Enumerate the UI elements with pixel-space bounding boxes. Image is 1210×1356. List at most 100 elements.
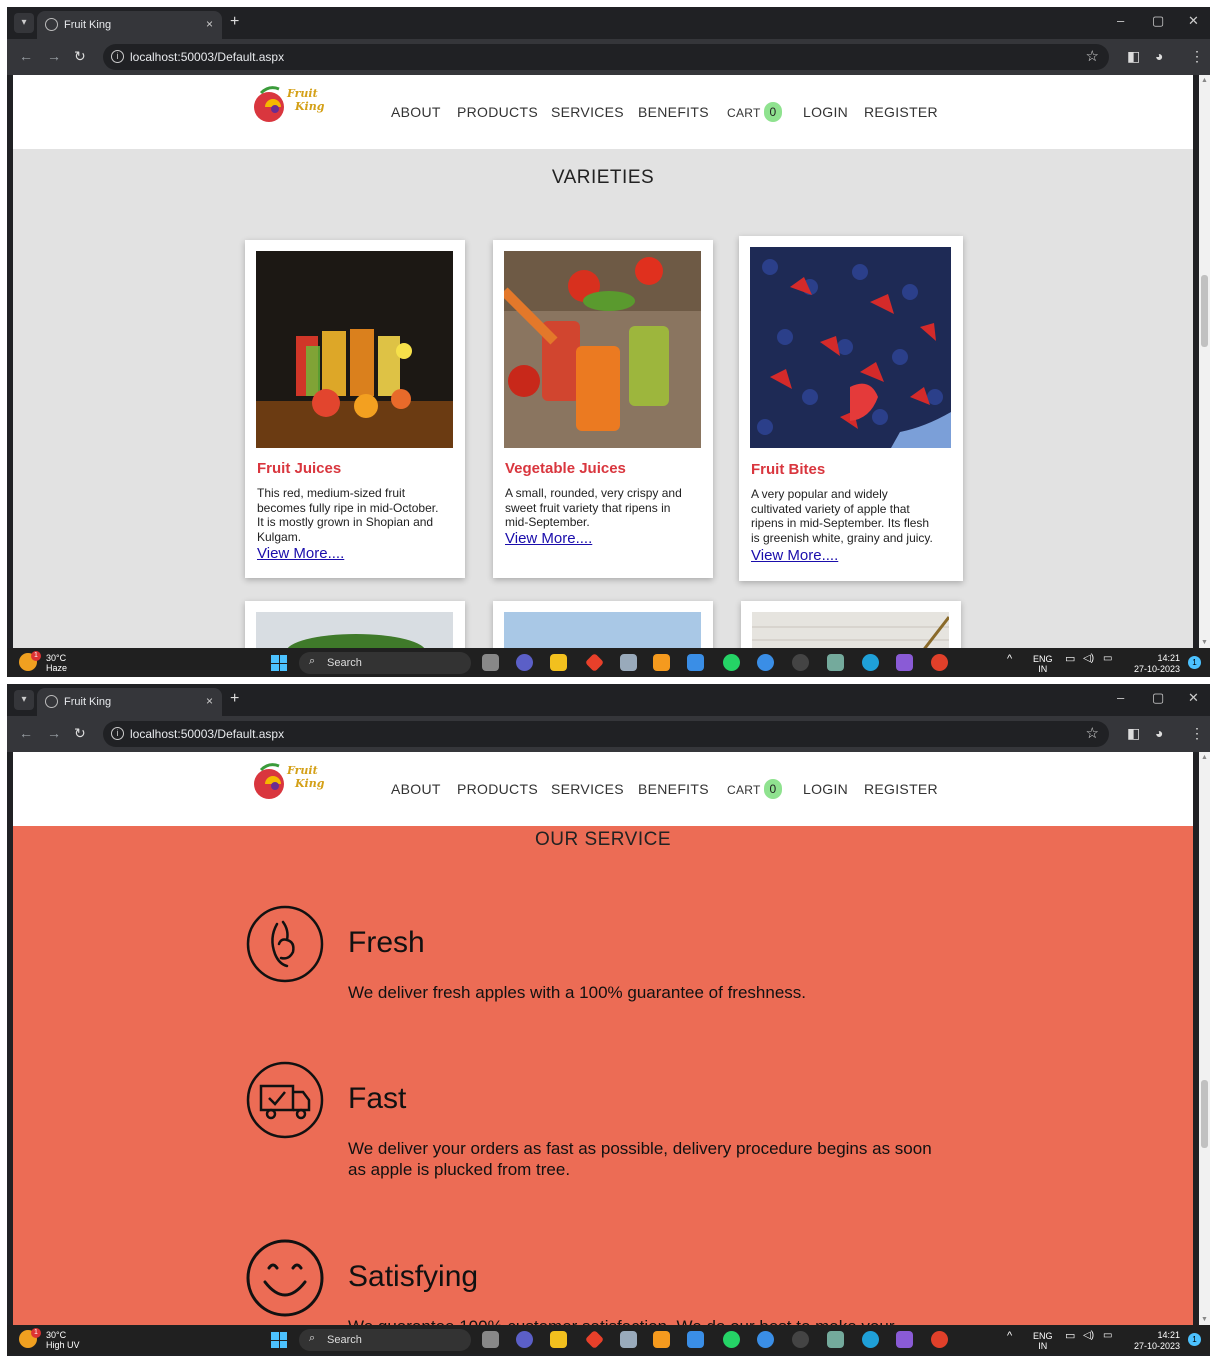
nav-cart[interactable]: CART	[727, 106, 761, 120]
chatgpt-icon[interactable]	[827, 1331, 844, 1348]
camera-icon[interactable]	[620, 1331, 637, 1348]
nav-products[interactable]: PRODUCTS	[457, 104, 538, 120]
nav-benefits[interactable]: BENEFITS	[638, 781, 709, 797]
tab-close-icon[interactable]: ×	[206, 17, 213, 31]
git-icon[interactable]	[584, 652, 605, 673]
menu-kebab-icon[interactable]: ⋮	[1190, 725, 1204, 742]
edge-icon[interactable]	[862, 654, 879, 671]
site-info-icon[interactable]: i	[111, 727, 124, 740]
view-more-link[interactable]: View More....	[505, 530, 592, 547]
menu-kebab-icon[interactable]: ⋮	[1190, 48, 1204, 65]
browser-tab[interactable]: Fruit King ×	[37, 11, 222, 39]
profile-icon[interactable]: ◕	[1155, 725, 1163, 741]
tab-search-chevron-icon[interactable]: ▾	[14, 690, 34, 710]
bookmark-star-icon[interactable]: ☆	[1086, 724, 1099, 742]
task-view-icon[interactable]	[482, 654, 499, 671]
tray-chevron-icon[interactable]: ^	[1007, 1331, 1012, 1342]
scroll-up-icon[interactable]: ▲	[1201, 754, 1208, 761]
nav-about[interactable]: ABOUT	[391, 104, 441, 120]
nav-services[interactable]: SERVICES	[551, 104, 624, 120]
chrome-icon[interactable]	[931, 654, 948, 671]
page-scrollbar[interactable]: ▲ ▼	[1199, 752, 1210, 1325]
chrome-beta-icon[interactable]	[757, 654, 774, 671]
forward-icon[interactable]: →	[47, 48, 61, 64]
nav-products[interactable]: PRODUCTS	[457, 781, 538, 797]
reload-icon[interactable]: ↻	[74, 48, 86, 65]
nav-register[interactable]: REGISTER	[864, 104, 938, 120]
nav-benefits[interactable]: BENEFITS	[638, 104, 709, 120]
new-tab-button[interactable]: +	[230, 13, 239, 31]
battery-icon[interactable]: ▭	[1103, 1331, 1112, 1341]
nav-register[interactable]: REGISTER	[864, 781, 938, 797]
sidepanel-icon[interactable]: ◧	[1127, 48, 1140, 65]
site-info-icon[interactable]: i	[111, 50, 124, 63]
tab-search-chevron-icon[interactable]: ▾	[14, 13, 34, 33]
scroll-down-icon[interactable]: ▼	[1201, 639, 1208, 646]
back-icon[interactable]: ←	[19, 48, 33, 64]
view-more-link[interactable]: View More....	[257, 545, 344, 562]
weather-widget[interactable]: 30°C High UV	[46, 1330, 80, 1350]
sidepanel-icon[interactable]: ◧	[1127, 725, 1140, 742]
whatsapp-icon[interactable]	[723, 1331, 740, 1348]
address-bar[interactable]: i localhost:50003/Default.aspx ☆	[103, 44, 1109, 70]
bookmark-star-icon[interactable]: ☆	[1086, 47, 1099, 65]
nav-login[interactable]: LOGIN	[803, 781, 848, 797]
new-tab-button[interactable]: +	[230, 690, 239, 708]
page-scrollbar[interactable]: ▲ ▼	[1199, 75, 1210, 648]
mail-icon[interactable]	[687, 654, 704, 671]
scrollbar-thumb[interactable]	[1201, 275, 1208, 347]
tray-chevron-icon[interactable]: ^	[1007, 654, 1012, 665]
weather-widget[interactable]: 30°C Haze	[46, 653, 67, 673]
file-explorer-icon[interactable]	[550, 1331, 567, 1348]
windows-start-icon[interactable]	[271, 655, 287, 671]
clock[interactable]: 14:21 27-10-2023	[1134, 1330, 1180, 1352]
network-icon[interactable]: ▭	[1065, 1331, 1075, 1342]
language-indicator[interactable]: ENG IN	[1033, 654, 1053, 674]
git-icon[interactable]	[584, 1329, 605, 1350]
network-icon[interactable]: ▭	[1065, 654, 1075, 665]
language-indicator[interactable]: ENG IN	[1033, 1331, 1053, 1351]
notification-badge[interactable]: 1	[1188, 656, 1201, 669]
notification-badge[interactable]: 1	[1188, 1333, 1201, 1346]
volume-icon[interactable]: ◁)	[1083, 1331, 1094, 1341]
scrollbar-thumb[interactable]	[1201, 1080, 1208, 1148]
camera-icon[interactable]	[620, 654, 637, 671]
taskbar-search[interactable]: ⌕ Search	[299, 652, 471, 674]
mail-icon[interactable]	[687, 1331, 704, 1348]
task-view-icon[interactable]	[482, 1331, 499, 1348]
minimize-icon[interactable]: –	[1117, 13, 1124, 28]
chrome-icon[interactable]	[931, 1331, 948, 1348]
nav-about[interactable]: ABOUT	[391, 781, 441, 797]
browser-tab[interactable]: Fruit King ×	[37, 688, 222, 716]
windows-start-icon[interactable]	[271, 1332, 287, 1348]
whatsapp-icon[interactable]	[723, 654, 740, 671]
chatgpt-icon[interactable]	[827, 654, 844, 671]
nav-cart[interactable]: CART	[727, 783, 761, 797]
back-icon[interactable]: ←	[19, 725, 33, 741]
visual-studio-icon[interactable]	[896, 1331, 913, 1348]
clock[interactable]: 14:21 27-10-2023	[1134, 653, 1180, 675]
minimize-icon[interactable]: –	[1117, 690, 1124, 705]
restore-icon[interactable]: ▢	[1152, 13, 1164, 29]
profile-icon[interactable]: ◕	[1155, 48, 1163, 64]
view-more-link[interactable]: View More....	[751, 547, 838, 564]
media-player-icon[interactable]	[653, 1331, 670, 1348]
chat-icon[interactable]	[516, 654, 533, 671]
scroll-up-icon[interactable]: ▲	[1201, 77, 1208, 84]
media-player-icon[interactable]	[653, 654, 670, 671]
volume-icon[interactable]: ◁)	[1083, 654, 1094, 664]
battery-icon[interactable]: ▭	[1103, 654, 1112, 664]
taskbar-search[interactable]: ⌕ Search	[299, 1329, 471, 1351]
chat-icon[interactable]	[516, 1331, 533, 1348]
nav-login[interactable]: LOGIN	[803, 104, 848, 120]
scroll-down-icon[interactable]: ▼	[1201, 1316, 1208, 1323]
nav-services[interactable]: SERVICES	[551, 781, 624, 797]
tab-close-icon[interactable]: ×	[206, 694, 213, 708]
chrome-beta-icon[interactable]	[757, 1331, 774, 1348]
close-window-icon[interactable]: ✕	[1188, 13, 1199, 29]
edge-icon[interactable]	[862, 1331, 879, 1348]
speedometer-icon[interactable]	[792, 654, 809, 671]
forward-icon[interactable]: →	[47, 725, 61, 741]
close-window-icon[interactable]: ✕	[1188, 690, 1199, 706]
speedometer-icon[interactable]	[792, 1331, 809, 1348]
